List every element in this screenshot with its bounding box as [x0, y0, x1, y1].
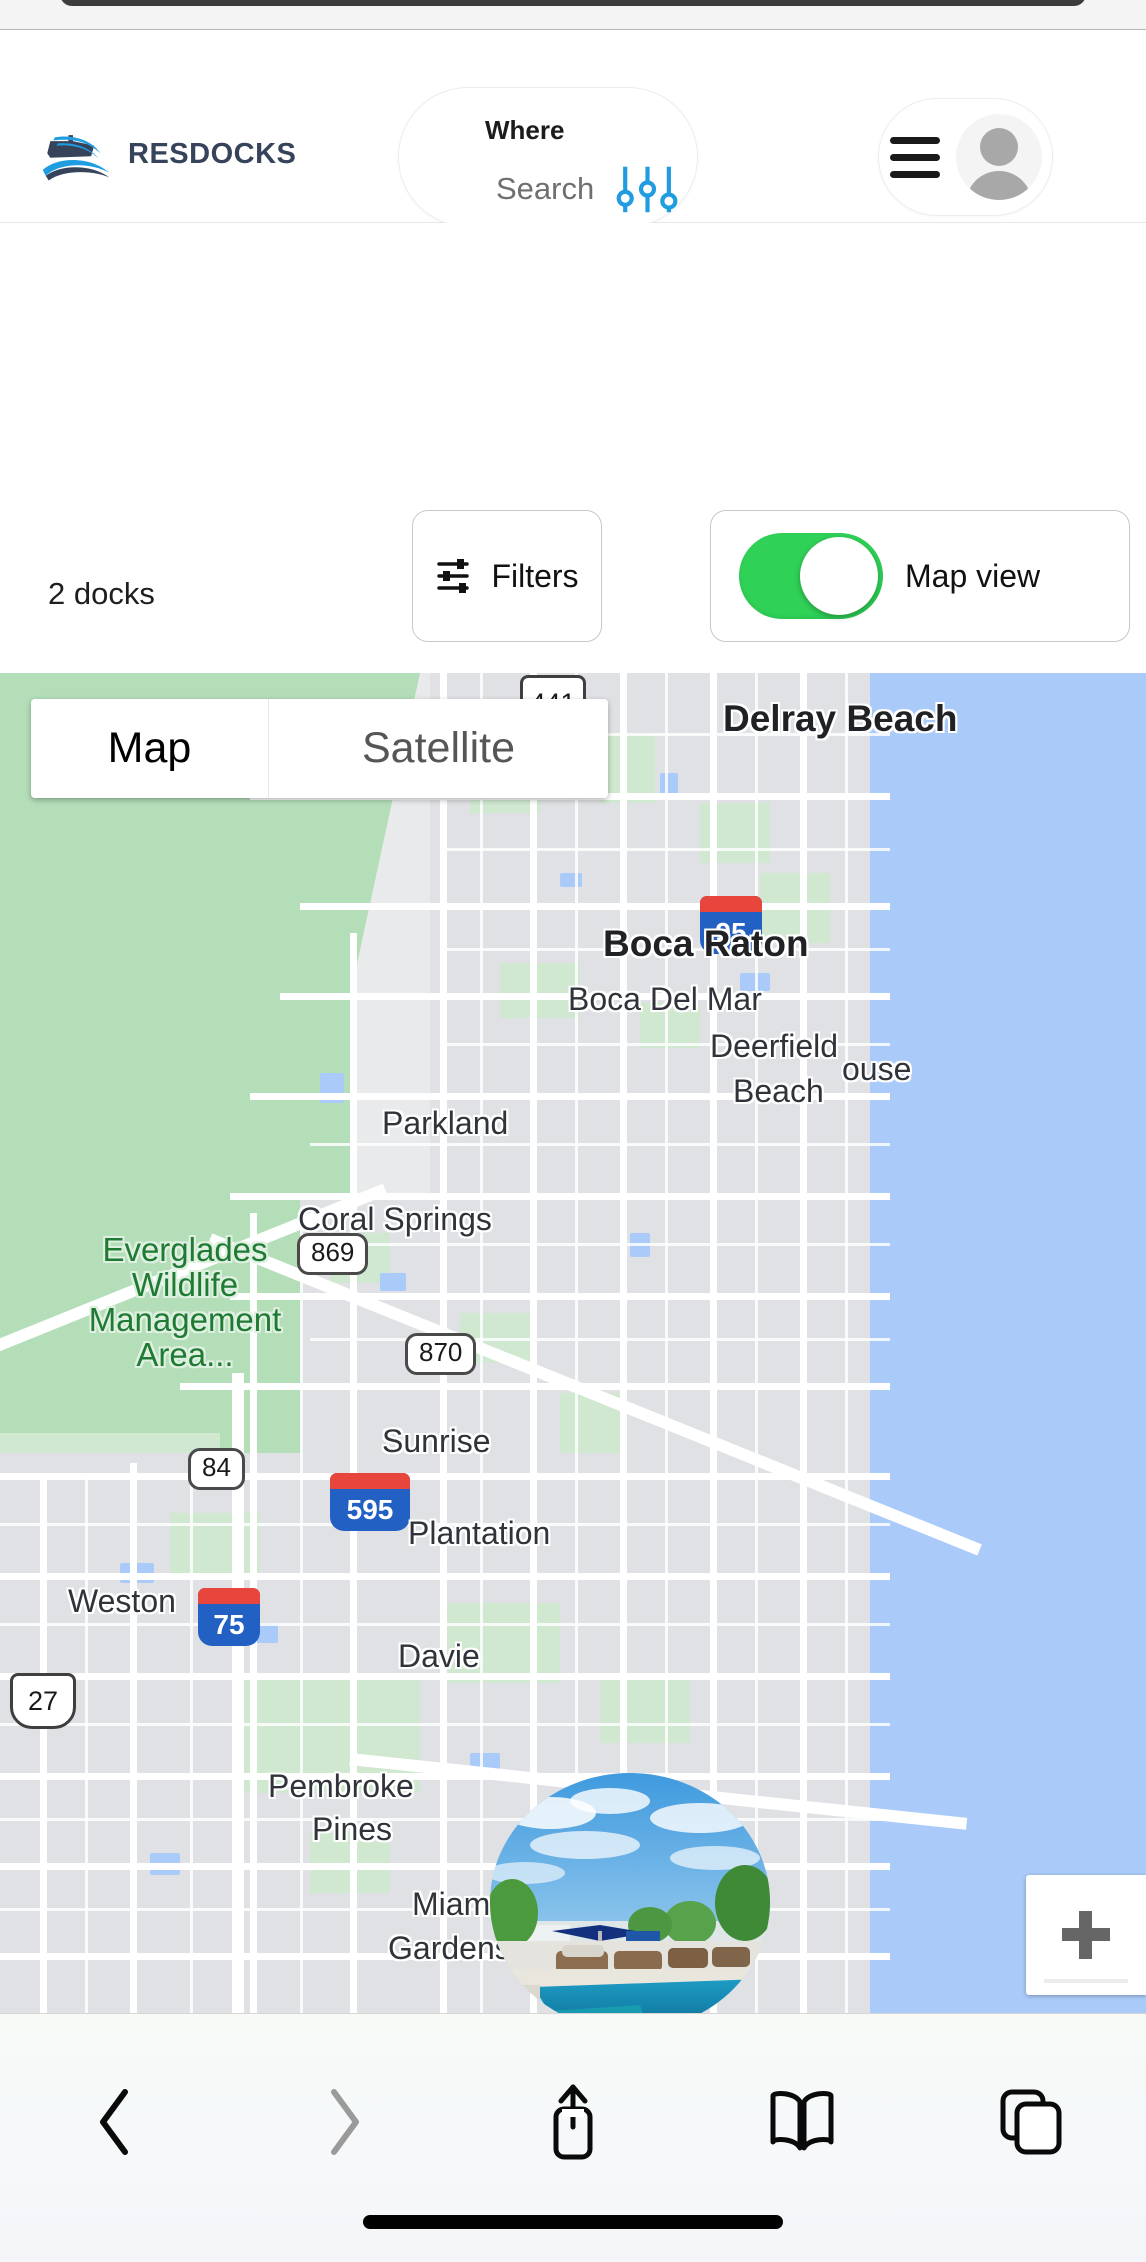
plus-icon	[1062, 1911, 1110, 1959]
search-input[interactable]: Search	[496, 171, 594, 207]
share-icon	[553, 2084, 593, 2160]
dock-count-label: 2 docks	[48, 576, 155, 611]
map-lake	[380, 1273, 406, 1291]
route-shield-i75: 75	[198, 1588, 260, 1646]
route-shield-870: 870	[405, 1333, 477, 1375]
brand-logo[interactable]: RESDOCKS	[38, 123, 296, 185]
account-menu-button[interactable]	[878, 98, 1053, 216]
filters-button-label: Filters	[491, 557, 579, 594]
map-local-road	[310, 1143, 890, 1146]
sliders-icon[interactable]	[616, 163, 679, 215]
route-shield-i595: 595	[330, 1473, 410, 1531]
map-label-everglades-wma: Everglades Wildlife Management Area...	[60, 1231, 310, 1373]
site-header: RESDOCKS Where Search	[0, 31, 1146, 227]
ship-logo-icon	[42, 135, 110, 181]
map-road	[130, 1463, 137, 2013]
map-view-toggle-button[interactable]: Map view	[710, 510, 1130, 642]
map-type-map-tab[interactable]: Map	[31, 699, 268, 798]
map-label-weston: Weston	[68, 1583, 176, 1619]
map-road	[40, 1473, 47, 2013]
map-label-miami: Miami	[412, 1886, 498, 1922]
safari-toolbar	[0, 2013, 1146, 2262]
map-canvas[interactable]: 441 95 869 870 84 595 75 27 Delray Beach…	[0, 673, 1146, 2013]
map-label-pines: Pines	[312, 1811, 393, 1847]
home-indicator	[363, 2215, 783, 2229]
filters-sliders-icon	[437, 559, 470, 593]
route-shield-84: 84	[188, 1448, 245, 1490]
map-label-deerfield: Deerfield	[710, 1028, 839, 1064]
browser-url-bar-sliver[interactable]	[0, 0, 1146, 30]
map-label-deerfield-beach-2: Beach	[733, 1073, 824, 1109]
book-icon	[770, 2091, 834, 2151]
map-park-patch	[170, 1513, 260, 1573]
map-local-road	[310, 1338, 890, 1341]
map-label-coral-springs: Coral Springs	[298, 1201, 492, 1237]
map-label-gardens: Gardens	[388, 1930, 511, 1966]
tabs-button[interactable]	[917, 2086, 1146, 2158]
park-label-line1: Everglades	[102, 1231, 268, 1268]
map-view-label: Map view	[905, 557, 1041, 594]
user-avatar-icon[interactable]	[955, 114, 1042, 200]
zoom-control-divider	[1044, 1979, 1128, 1983]
hamburger-icon[interactable]	[889, 136, 940, 178]
map-local-road	[310, 1243, 890, 1246]
map-type-satellite-tab[interactable]: Satellite	[268, 699, 608, 798]
map-label-boca-raton: Boca Raton	[603, 923, 809, 964]
map-lake	[560, 873, 582, 887]
search-where-label: Where	[485, 115, 565, 145]
map-label-delray-beach: Delray Beach	[723, 698, 958, 739]
map-local-road	[85, 1473, 88, 2013]
map-view-switch[interactable]	[739, 533, 883, 619]
route-shield-27: 27	[10, 1673, 76, 1729]
tabs-icon	[1000, 2089, 1062, 2155]
map-label-davie: Davie	[398, 1638, 480, 1674]
bookmarks-button[interactable]	[688, 2086, 917, 2158]
map-label-plantation: Plantation	[408, 1515, 551, 1551]
url-field-edge[interactable]	[60, 0, 1086, 6]
map-road	[230, 1193, 890, 1200]
map-park-patch	[600, 1673, 690, 1743]
map-label-boca-del-mar: Boca Del Mar	[568, 981, 762, 1017]
filters-button[interactable]: Filters	[412, 510, 602, 642]
map-local-road	[190, 1473, 193, 2013]
results-toolbar: 2 docks Filters Map view	[0, 223, 1146, 673]
map-view-switch-knob	[800, 537, 878, 615]
map-label-house-partial: ouse	[842, 1051, 912, 1087]
map-local-road	[755, 673, 758, 2013]
share-button[interactable]	[458, 2081, 687, 2163]
chevron-right-icon	[330, 2089, 359, 2155]
park-label-line2: Wildlife	[131, 1265, 239, 1303]
map-label-parkland: Parkland	[382, 1105, 509, 1141]
map-type-switcher[interactable]: Map Satellite	[31, 699, 608, 798]
map-road	[230, 1293, 890, 1300]
dock-photo-marker-pool[interactable]	[490, 1773, 770, 2013]
brand-name: RESDOCKS	[128, 137, 297, 170]
map-zoom-in-button[interactable]	[1026, 1875, 1146, 1995]
map-label-sunrise: Sunrise	[382, 1423, 491, 1459]
back-button[interactable]	[0, 2086, 229, 2158]
search-bar[interactable]: Where Search	[398, 87, 698, 227]
forward-button[interactable]	[229, 2086, 458, 2158]
pool-photo	[490, 1773, 770, 2013]
map-label-pembroke: Pembroke	[268, 1768, 414, 1804]
chevron-left-icon	[99, 2089, 128, 2155]
park-label-line3: Management	[88, 1300, 282, 1338]
park-label-line4: Area...	[136, 1335, 234, 1373]
